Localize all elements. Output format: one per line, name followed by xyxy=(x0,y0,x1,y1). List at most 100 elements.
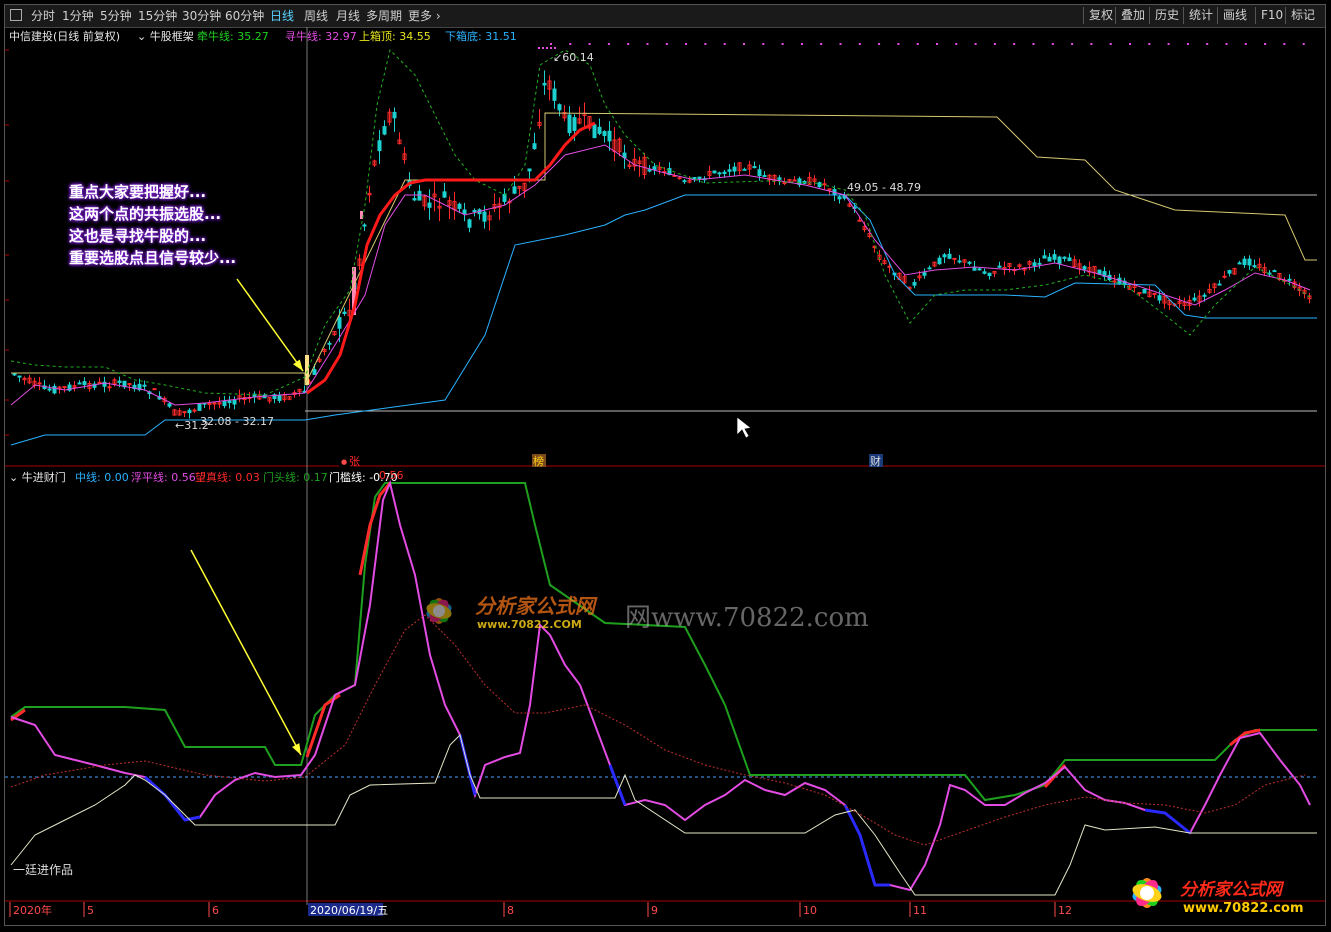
gate-top-line xyxy=(10,482,1317,802)
candle-body xyxy=(342,311,347,315)
signal-dot xyxy=(781,43,784,45)
candle-body xyxy=(142,384,147,387)
indicator-value: ⌄ 牛股框架 xyxy=(137,30,194,43)
candle-body xyxy=(1067,257,1072,262)
candle-body xyxy=(392,111,397,119)
candle-body xyxy=(782,182,787,185)
indicator-value: 0.56 xyxy=(379,469,404,482)
candle-body xyxy=(822,183,827,186)
signal-dot xyxy=(1244,43,1247,45)
signal-dot xyxy=(1071,43,1074,45)
candle-body xyxy=(277,395,282,401)
candle-body xyxy=(532,143,537,150)
candle-body xyxy=(17,375,22,378)
signal-dot xyxy=(800,43,803,45)
signal-dot xyxy=(743,43,745,45)
candle-body xyxy=(1112,280,1117,283)
candle-body xyxy=(427,202,432,208)
candle-body xyxy=(227,400,232,404)
indicator-value: 牵牛线: 35.27 xyxy=(197,30,269,43)
signal-dot xyxy=(897,43,900,45)
candle-body xyxy=(742,168,747,171)
candle-body xyxy=(502,193,507,202)
candle-body xyxy=(987,272,992,277)
candle-body xyxy=(467,219,472,228)
signal-dot xyxy=(955,43,958,45)
candle-body xyxy=(1222,275,1227,278)
candle-body xyxy=(602,131,607,137)
float-blue xyxy=(143,775,201,822)
candle-body xyxy=(967,261,972,264)
candle-body xyxy=(1137,292,1142,295)
signal-dot xyxy=(1109,43,1112,45)
candle-body xyxy=(1152,292,1157,295)
candle-body xyxy=(77,382,82,385)
box-label: 32.08 - 32.17 xyxy=(200,415,274,428)
signal-dot xyxy=(1264,43,1267,45)
signal-dot xyxy=(607,43,610,45)
indicator-value: 中线: 0.00 xyxy=(75,471,129,484)
indicator-value: 下箱底: 31.51 xyxy=(445,30,517,43)
indicator-value: 寻牛线: 32.97 xyxy=(285,30,357,43)
indicator-value: ⌄ 牛进财门 xyxy=(9,471,66,484)
signal-dot xyxy=(538,47,540,49)
candle-body xyxy=(207,402,212,405)
candle-body xyxy=(927,267,932,270)
signal-dot xyxy=(704,43,707,45)
candle-body xyxy=(1047,256,1052,262)
watermark-url-mid: 网www.70822.com xyxy=(625,603,869,633)
candle-body xyxy=(732,166,737,172)
float-blue xyxy=(843,804,890,887)
candle-body xyxy=(382,126,387,135)
signal-dot xyxy=(627,43,630,45)
float-blue xyxy=(608,764,627,806)
candle-body xyxy=(327,342,332,345)
signal-dot xyxy=(974,43,977,45)
trend-line xyxy=(306,121,596,395)
signal-dot xyxy=(1051,43,1054,45)
candle-body xyxy=(462,209,467,215)
candle-body xyxy=(1082,266,1087,270)
signal-dot xyxy=(1225,43,1228,45)
candle-body xyxy=(1237,262,1242,265)
candle-body xyxy=(1142,288,1147,294)
watermark-site-mid: 分析家公式网 xyxy=(475,594,595,618)
chart-window: 分时 1分钟 5分钟 15分钟 30分钟 60分钟 日线 周线 月线 多周期 更多 › 复权 叠加 历史统… xyxy=(4,4,1326,926)
signal-dot xyxy=(820,43,823,45)
signal-tag: 张 xyxy=(349,455,360,468)
annotation-arrow xyxy=(236,278,304,372)
low-label: ←31.2 xyxy=(175,419,209,432)
candle-body xyxy=(752,166,757,169)
candle-body xyxy=(512,186,517,194)
signal-dot xyxy=(1013,43,1016,45)
signal-dot xyxy=(878,43,881,45)
candle-body xyxy=(442,191,447,198)
indicator-value: 上箱顶: 34.55 xyxy=(359,30,431,43)
candle-body xyxy=(982,271,987,274)
signal-dot xyxy=(762,43,765,45)
candle-body xyxy=(212,402,217,405)
candle-body xyxy=(97,381,102,384)
candle-body xyxy=(692,177,697,180)
signal-dot xyxy=(839,43,842,45)
candle-body xyxy=(1202,294,1207,297)
candle-body xyxy=(827,188,832,191)
candle-body xyxy=(1252,265,1257,268)
signal-dot xyxy=(936,43,938,45)
candle-body xyxy=(187,409,192,414)
candle-body xyxy=(232,399,237,405)
candle-body xyxy=(942,254,947,258)
candle-body xyxy=(117,380,122,383)
candle-body xyxy=(997,265,1002,268)
candle-body xyxy=(722,171,727,174)
x-tick-label: 5 xyxy=(87,904,94,917)
candle-body xyxy=(922,272,927,276)
annotation-arrow xyxy=(190,549,302,756)
signal-dot xyxy=(1283,43,1286,45)
signal-tag: 榜 xyxy=(533,454,544,468)
x-tick-label: 12 xyxy=(1058,904,1072,917)
candle-body xyxy=(1062,256,1067,259)
annotation-line: 这也是寻找牛股的... xyxy=(69,227,207,245)
candle-body xyxy=(682,180,687,183)
signal-dot xyxy=(542,47,544,49)
